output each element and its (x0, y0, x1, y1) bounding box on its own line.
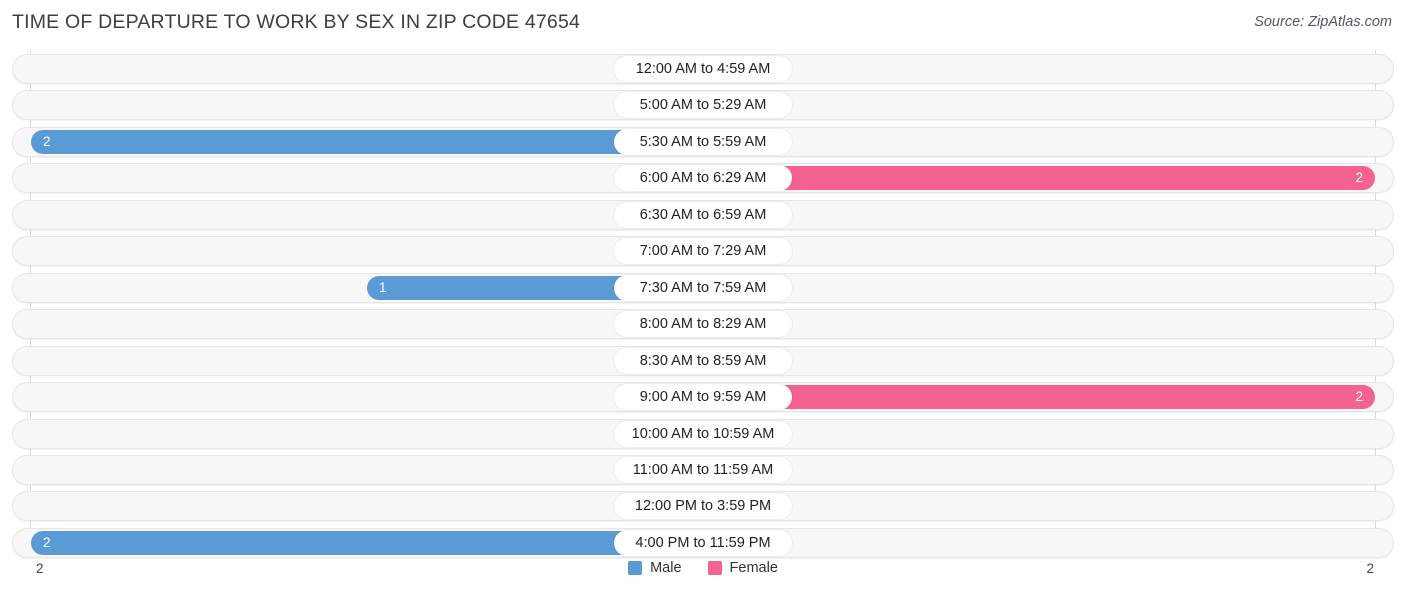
bar-male[interactable] (31, 129, 703, 154)
table-row[interactable]: 008:00 AM to 8:29 AM (12, 309, 1394, 340)
category-label: 12:00 AM to 4:59 AM (614, 56, 792, 82)
page-title: TIME OF DEPARTURE TO WORK BY SEX IN ZIP … (12, 11, 581, 33)
bar-value-male: 2 (43, 133, 51, 149)
table-row[interactable]: 107:30 AM to 7:59 AM (12, 272, 1394, 303)
bar-male[interactable] (31, 530, 703, 555)
table-row[interactable]: 029:00 AM to 9:59 AM (12, 382, 1394, 413)
legend-label-male: Male (650, 560, 682, 576)
table-row[interactable]: 005:00 AM to 5:29 AM (12, 90, 1394, 121)
category-label: 10:00 AM to 10:59 AM (614, 420, 792, 447)
bar-value-male: 2 (43, 534, 51, 550)
bar-value-female: 2 (1355, 389, 1363, 405)
category-label: 8:00 AM to 8:29 AM (614, 311, 792, 338)
category-label: 5:30 AM to 5:59 AM (614, 128, 792, 155)
source-attribution: Source: ZipAtlas.com (1254, 14, 1392, 30)
chart-footer: 2 2 Male Female (0, 558, 1406, 590)
category-label: 6:30 AM to 6:59 AM (614, 201, 792, 228)
table-row[interactable]: 026:00 AM to 6:29 AM (12, 163, 1394, 194)
bar-female[interactable] (703, 385, 1375, 410)
category-label: 8:30 AM to 8:59 AM (614, 347, 792, 374)
chart-plot-area: 0012:00 AM to 4:59 AM 005:00 AM to 5:29 A… (0, 50, 1406, 558)
category-label: 4:00 PM to 11:59 PM (614, 529, 792, 556)
chart-header: TIME OF DEPARTURE TO WORK BY SEX IN ZIP … (0, 0, 1406, 46)
table-row[interactable]: 204:00 PM to 11:59 PM (12, 527, 1394, 558)
category-label: 6:00 AM to 6:29 AM (614, 165, 792, 192)
legend-label-female: Female (729, 560, 778, 576)
category-label: 9:00 AM to 9:59 AM (614, 384, 792, 411)
legend-item-female[interactable]: Female (707, 560, 778, 576)
legend-swatch-female-icon (707, 561, 722, 575)
table-row[interactable]: 0011:00 AM to 11:59 AM (12, 454, 1394, 485)
table-row[interactable]: 0012:00 PM to 3:59 PM (12, 491, 1394, 522)
table-row[interactable]: 0012:00 AM to 4:59 AM (12, 54, 1394, 84)
bar-female[interactable] (703, 166, 1375, 191)
legend-swatch-male-icon (628, 561, 643, 575)
table-row[interactable]: 007:00 AM to 7:29 AM (12, 236, 1394, 267)
category-label: 7:30 AM to 7:59 AM (614, 274, 792, 301)
table-row[interactable]: 008:30 AM to 8:59 AM (12, 345, 1394, 376)
table-row[interactable]: 205:30 AM to 5:59 AM (12, 126, 1394, 157)
table-row[interactable]: 006:30 AM to 6:59 AM (12, 199, 1394, 230)
legend-item-male[interactable]: Male (628, 560, 682, 576)
category-label: 11:00 AM to 11:59 AM (614, 456, 792, 483)
category-label: 12:00 PM to 3:59 PM (614, 493, 792, 520)
bar-value-male: 1 (379, 279, 387, 295)
bar-value-female: 2 (1355, 170, 1363, 186)
chart-legend: Male Female (0, 560, 1406, 576)
table-row[interactable]: 0010:00 AM to 10:59 AM (12, 418, 1394, 449)
chart-page: TIME OF DEPARTURE TO WORK BY SEX IN ZIP … (0, 0, 1406, 595)
category-label: 5:00 AM to 5:29 AM (614, 92, 792, 119)
category-label: 7:00 AM to 7:29 AM (614, 238, 792, 265)
